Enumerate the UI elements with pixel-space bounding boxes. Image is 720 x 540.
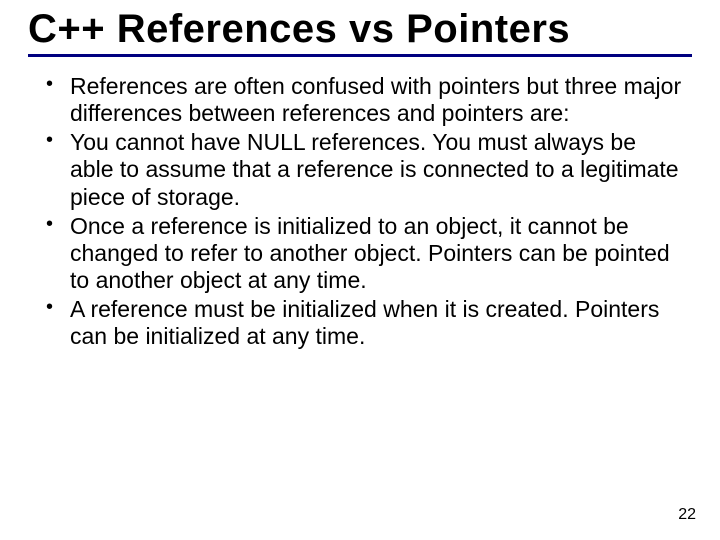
list-item: References are often confused with point… xyxy=(52,73,684,127)
title-underline xyxy=(28,54,692,57)
list-item: A reference must be initialized when it … xyxy=(52,296,684,350)
page-number: 22 xyxy=(678,506,696,524)
bullet-list: References are often confused with point… xyxy=(28,73,692,350)
slide: C++ References vs Pointers References ar… xyxy=(0,0,720,540)
list-item: You cannot have NULL references. You mus… xyxy=(52,129,684,210)
slide-title: C++ References vs Pointers xyxy=(28,8,692,50)
list-item: Once a reference is initialized to an ob… xyxy=(52,213,684,294)
